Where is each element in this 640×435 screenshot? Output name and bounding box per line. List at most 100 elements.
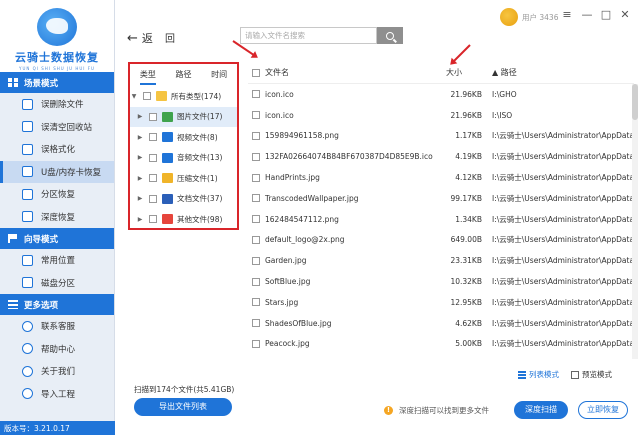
row-checkbox[interactable] — [252, 194, 260, 203]
header-name[interactable]: 文件名 — [264, 67, 436, 78]
sidebar-item[interactable]: 深度恢复 — [0, 206, 114, 229]
tab-type[interactable]: 类型 — [130, 64, 166, 86]
collapse-arrow-icon[interactable]: ▼ — [130, 93, 138, 100]
table-row[interactable]: ShadesOfBlue.jpg 4.62KB I:\云骑士\Users\Admin… — [248, 313, 634, 334]
cell-name: Stars.jpg — [265, 297, 299, 307]
sidebar-item[interactable]: 帮助中心 — [0, 338, 114, 361]
recover-now-button[interactable]: 立即恢复 — [578, 401, 628, 419]
deep-scan-button[interactable]: 深度扫描 — [514, 401, 568, 419]
search-input[interactable]: 请输入文件名搜索 — [240, 27, 377, 44]
tree-items: ▶ 图片文件(17) ▶ 视频文件(8) ▶ 音频文件(13) ▶ 压缩文件(1) ▶ 文档文件(… — [130, 106, 237, 230]
table-row[interactable]: TranscodedWallpaper.jpg 99.17KB I:\云骑士\Use… — [248, 188, 634, 209]
app-subtitle: YUN QI SHI SHU JU HUI FU — [19, 66, 95, 71]
cell-name: SoftBlue.jpg — [265, 277, 311, 287]
row-checkbox[interactable] — [252, 277, 260, 286]
file-type-icon — [162, 173, 173, 184]
table-row[interactable]: 132FA02664074B84BF670387D4D85E9B.ico 4.19… — [248, 146, 634, 167]
maximize-icon[interactable]: □ — [600, 8, 612, 21]
table-row[interactable]: Stars.jpg 12.95KB I:\云骑士\Users\Administrat… — [248, 292, 634, 313]
table-row[interactable]: icon.ico 21.96KB I:\GHO — [248, 84, 634, 105]
cell-name: default_logo@2x.png — [265, 235, 345, 245]
row-checkbox[interactable] — [252, 173, 260, 182]
row-checkbox[interactable] — [252, 319, 260, 328]
sidebar-item[interactable]: 导入工程 — [0, 383, 114, 406]
checkbox[interactable] — [143, 92, 151, 101]
table-row[interactable]: Garden.jpg 23.31KB I:\云骑士\Users\Administra… — [248, 250, 634, 271]
row-checkbox[interactable] — [252, 131, 260, 140]
checkbox[interactable] — [149, 133, 157, 142]
tree-item[interactable]: ▶ 图片文件(17) — [130, 106, 237, 127]
sidebar-item[interactable]: 误删除文件 — [0, 93, 114, 116]
file-type-icon — [162, 132, 173, 143]
scrollbar-thumb[interactable] — [632, 84, 638, 120]
expand-arrow-icon[interactable]: ▶ — [136, 134, 144, 141]
scrollbar-track[interactable] — [632, 84, 638, 359]
preview-mode-button[interactable]: 预览模式 — [571, 369, 612, 380]
folder-icon — [156, 91, 167, 102]
table-row[interactable]: default_logo@2x.png 649.00B I:\云骑士\Users\A… — [248, 230, 634, 251]
tree-item[interactable]: ▶ 压缩文件(1) — [130, 168, 237, 189]
row-checkbox[interactable] — [252, 152, 260, 161]
expand-arrow-icon[interactable]: ▶ — [136, 154, 144, 161]
tree-item[interactable]: ▶ 其他文件(98) — [130, 209, 237, 230]
table-row[interactable]: 162484547112.png 1.34KB I:\云骑士\Users\Admin… — [248, 209, 634, 230]
cell-name: Peacock.jpg — [265, 339, 310, 349]
avatar[interactable] — [500, 8, 518, 26]
sidebar-item[interactable]: 误格式化 — [0, 138, 114, 161]
minimize-icon[interactable]: — — [581, 8, 593, 21]
expand-arrow-icon[interactable]: ▶ — [136, 175, 144, 182]
checkbox[interactable] — [149, 153, 157, 162]
list-mode-label: 列表模式 — [529, 370, 559, 379]
tree-item[interactable]: ▶ 音频文件(13) — [130, 148, 237, 169]
sidebar-item[interactable]: 磁盘分区 — [0, 272, 114, 295]
close-icon[interactable]: ✕ — [619, 8, 631, 21]
file-type-icon — [162, 193, 173, 204]
export-list-button[interactable]: 导出文件列表 — [134, 398, 232, 416]
sidebar-item[interactable]: 误清空回收站 — [0, 116, 114, 139]
checkbox[interactable] — [149, 215, 157, 224]
select-all-checkbox[interactable] — [252, 68, 260, 77]
deep-scan-tip: ! 深度扫描可以找到更多文件 — [384, 405, 489, 416]
header-path[interactable]: ▲ 路径 — [486, 67, 634, 78]
tree-root[interactable]: ▼ 所有类型(174) — [130, 86, 237, 107]
cell-path: I:\云骑士\Users\Administrator\AppData\R — [492, 339, 634, 349]
row-checkbox[interactable] — [252, 256, 260, 265]
row-checkbox[interactable] — [252, 339, 260, 348]
sidebar-item[interactable]: 分区恢复 — [0, 183, 114, 206]
expand-arrow-icon[interactable]: ▶ — [136, 195, 144, 202]
sidebar-item[interactable]: U盘/内存卡恢复 — [0, 160, 114, 183]
row-checkbox[interactable] — [252, 235, 260, 244]
menu-icon[interactable]: ≡ — [561, 8, 573, 21]
row-checkbox[interactable] — [252, 215, 260, 224]
checkbox[interactable] — [149, 112, 157, 121]
cell-path: I:\云骑士\Users\Administrator\AppData\R — [492, 235, 634, 245]
table-row[interactable]: icon.ico 21.96KB I:\ISO — [248, 105, 634, 126]
sidebar-item[interactable]: 常用位置 — [0, 249, 114, 272]
sidebar-item-label: 分区恢复 — [41, 190, 76, 201]
row-checkbox[interactable] — [252, 298, 260, 307]
checkbox[interactable] — [149, 174, 157, 183]
tab-time[interactable]: 时间 — [201, 64, 237, 86]
flag-icon — [8, 234, 18, 243]
row-checkbox[interactable] — [252, 90, 260, 99]
back-button[interactable]: ← 返 — [127, 30, 153, 46]
tree-item[interactable]: ▶ 视频文件(8) — [130, 127, 237, 148]
cell-name: 159894961158.png — [265, 131, 339, 141]
table-row[interactable]: SoftBlue.jpg 10.32KB I:\云骑士\Users\Administ… — [248, 271, 634, 292]
checkbox[interactable] — [149, 194, 157, 203]
header-size[interactable]: 大小 — [436, 67, 486, 78]
search-button[interactable] — [377, 27, 403, 44]
sidebar-item-label: 磁盘分区 — [41, 278, 76, 289]
expand-arrow-icon[interactable]: ▶ — [136, 113, 144, 120]
tree-item[interactable]: ▶ 文档文件(37) — [130, 189, 237, 210]
table-row[interactable]: HandPrints.jpg 4.12KB I:\云骑士\Users\Adminis… — [248, 167, 634, 188]
row-checkbox[interactable] — [252, 111, 260, 120]
list-mode-button[interactable]: 列表模式 — [518, 369, 559, 380]
sidebar-item[interactable]: 联系客服 — [0, 315, 114, 338]
table-row[interactable]: Peacock.jpg 5.00KB I:\云骑士\Users\Administra… — [248, 334, 634, 355]
sidebar-item[interactable]: 关于我们 — [0, 360, 114, 383]
expand-arrow-icon[interactable]: ▶ — [136, 216, 144, 223]
table-row[interactable]: 159894961158.png 1.17KB I:\云骑士\Users\Admin… — [248, 126, 634, 147]
home-button[interactable]: 回 — [165, 30, 175, 45]
tab-path[interactable]: 路径 — [166, 64, 202, 86]
